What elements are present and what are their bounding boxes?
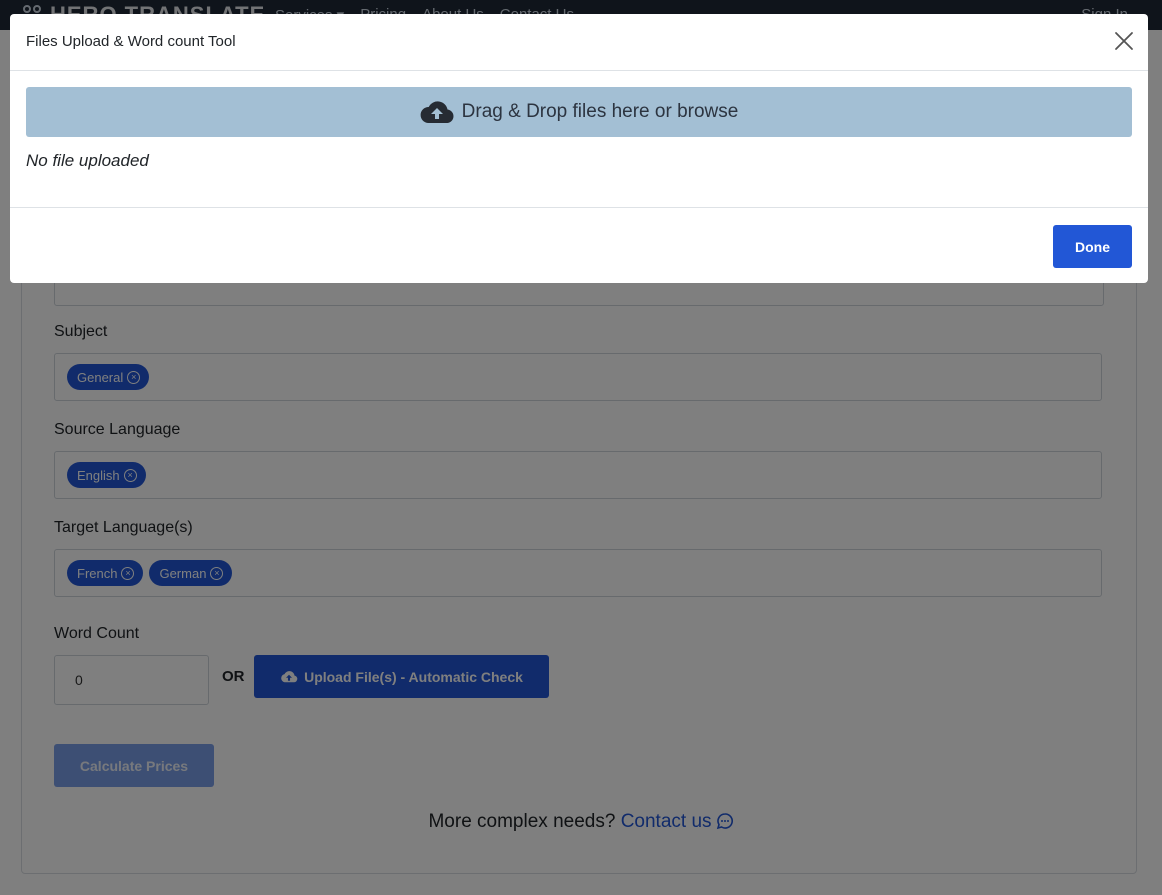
drop-zone-text: Drag & Drop files here or browse xyxy=(461,101,739,122)
upload-status-text: No file uploaded xyxy=(26,151,149,170)
done-button[interactable]: Done xyxy=(1053,225,1132,268)
file-drop-zone[interactable]: Drag & Drop files here or browse xyxy=(26,87,1132,137)
close-icon[interactable] xyxy=(1114,31,1134,51)
cloud-upload-icon xyxy=(420,101,454,123)
modal-title: Files Upload & Word count Tool xyxy=(26,33,236,50)
modal-header: Files Upload & Word count Tool xyxy=(10,14,1148,71)
modal-footer: Done xyxy=(10,207,1148,284)
file-upload-modal: Files Upload & Word count Tool Drag & Dr… xyxy=(10,14,1148,283)
